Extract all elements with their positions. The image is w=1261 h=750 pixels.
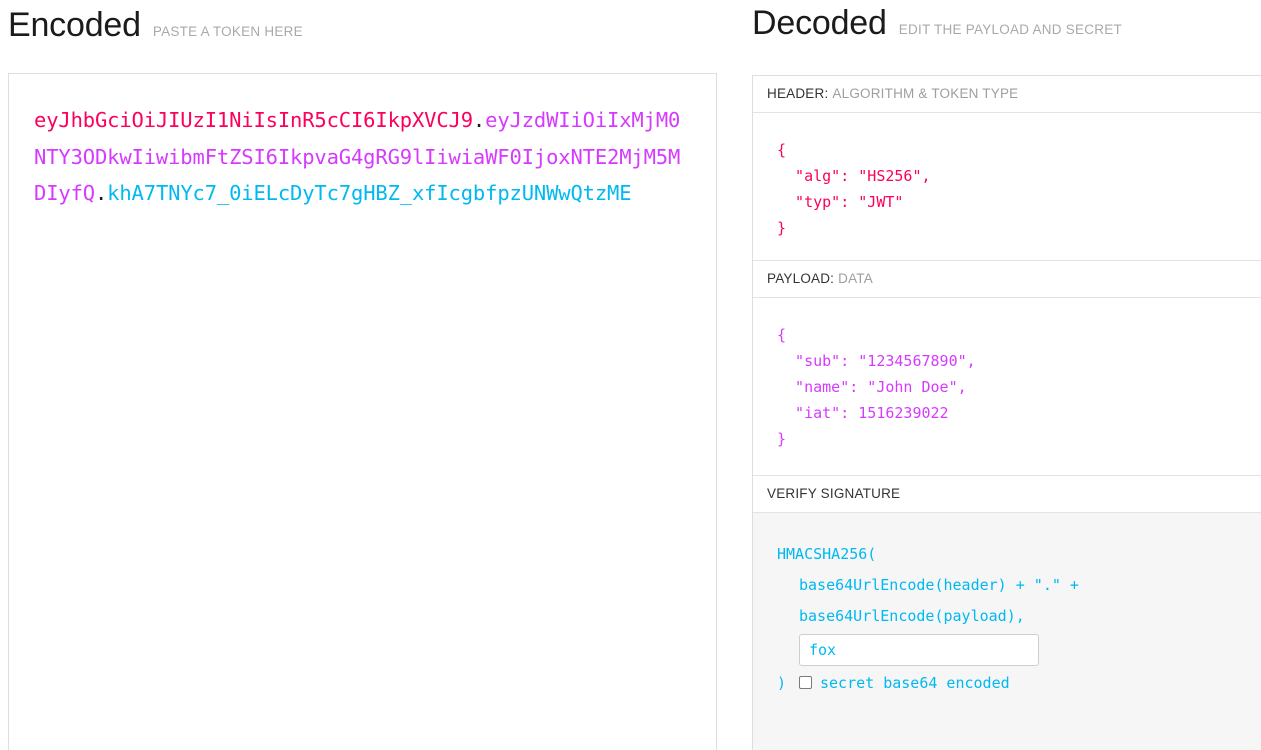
signature-section-label: VERIFY SIGNATURE — [753, 476, 1261, 513]
decoded-title: Decoded — [752, 4, 887, 42]
header-json-editor[interactable]: { "alg": "HS256", "typ": "JWT" } — [753, 112, 1261, 261]
header-label-muted: ALGORITHM & TOKEN TYPE — [832, 86, 1019, 101]
signature-line-payload: base64UrlEncode(payload), — [799, 606, 1025, 625]
secret-row — [777, 633, 1261, 666]
decoded-column-heading: Decoded EDIT THE PAYLOAD AND SECRET — [752, 6, 1122, 40]
signature-close-row: ) secret base64 encoded — [777, 670, 1261, 696]
payload-json-editor[interactable]: { "sub": "1234567890", "name": "John Doe… — [753, 297, 1261, 476]
payload-label-strong: PAYLOAD: — [767, 270, 835, 286]
decoded-subtitle: EDIT THE PAYLOAD AND SECRET — [898, 22, 1123, 37]
decoded-panel: HEADER: ALGORITHM & TOKEN TYPE { "alg": "… — [752, 75, 1261, 750]
signature-label-strong: VERIFY SIGNATURE — [767, 485, 901, 501]
token-separator-1: . — [472, 108, 486, 132]
encoded-column-heading: Encoded PASTE A TOKEN HERE — [8, 8, 303, 42]
signature-line-hmac: HMACSHA256( — [777, 544, 877, 563]
token-separator-2: . — [94, 181, 108, 205]
encoded-title: Encoded — [8, 6, 141, 44]
token-signature-segment: khA7TNYc7_0iELcDyTc7gHBZ_xfIcgbfpzUNWwQt… — [107, 181, 632, 205]
secret-base64-label[interactable]: secret base64 encoded — [820, 670, 1010, 696]
secret-input[interactable] — [799, 633, 1039, 666]
signature-editor: HMACSHA256( base64UrlEncode(header) + ".… — [753, 512, 1261, 750]
signature-close-paren: ) — [777, 673, 787, 692]
encoded-token-panel: eyJhbGciOiJIUzI1NiIsInR5cCI6IkpXVCJ9.eyJ… — [8, 73, 717, 750]
encoded-subtitle: PASTE A TOKEN HERE — [152, 24, 303, 39]
signature-line-header: base64UrlEncode(header) + "." + — [799, 575, 1079, 594]
header-label-strong: HEADER: — [767, 86, 829, 101]
header-section-label: HEADER: ALGORITHM & TOKEN TYPE — [753, 76, 1261, 113]
jwt-debugger-page: Encoded PASTE A TOKEN HERE eyJhbGciOiJIU… — [0, 0, 1261, 750]
secret-base64-checkbox[interactable] — [799, 676, 812, 690]
payload-label-muted: DATA — [838, 270, 873, 286]
token-input[interactable]: eyJhbGciOiJIUzI1NiIsInR5cCI6IkpXVCJ9.eyJ… — [9, 74, 716, 750]
token-header-segment: eyJhbGciOiJIUzI1NiIsInR5cCI6IkpXVCJ9 — [34, 108, 473, 132]
payload-section-label: PAYLOAD: DATA — [753, 261, 1261, 298]
